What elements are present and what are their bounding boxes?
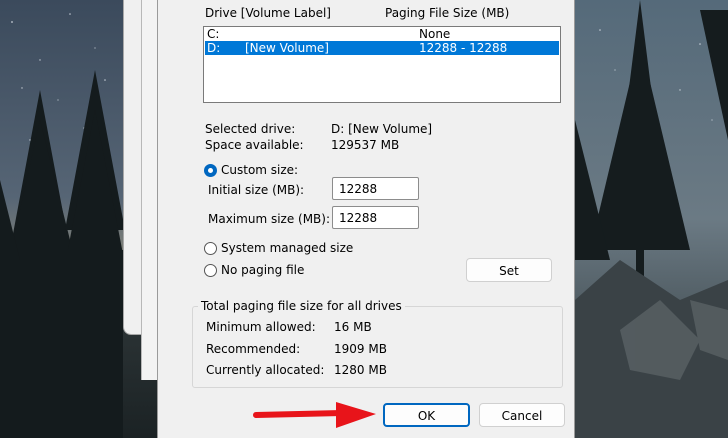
minimum-allowed-value: 16 MB xyxy=(334,320,372,334)
selected-drive-value: D: [New Volume] xyxy=(331,122,433,136)
currently-allocated-label: Currently allocated: xyxy=(206,363,325,377)
custom-size-label[interactable]: Custom size: xyxy=(221,163,298,177)
maximum-size-input[interactable] xyxy=(332,206,419,229)
column-header-paging-size[interactable]: Paging File Size (MB) xyxy=(385,6,509,20)
selected-drive-label: Selected drive: xyxy=(205,122,296,136)
drive-list[interactable]: C: None D: [New Volume] 12288 - 12288 xyxy=(203,26,561,103)
drive-paging-size: None xyxy=(419,27,451,41)
maximum-size-label: Maximum size (MB): xyxy=(208,212,331,226)
ok-button[interactable]: OK xyxy=(383,403,470,427)
space-available-label: Space available: xyxy=(205,138,304,152)
drive-paging-size: 12288 - 12288 xyxy=(419,41,508,55)
initial-size-input[interactable] xyxy=(332,177,419,200)
drive-row-d[interactable]: D: [New Volume] 12288 - 12288 xyxy=(205,41,559,55)
totals-group-title: Total paging file size for all drives xyxy=(198,299,405,313)
system-managed-label[interactable]: System managed size xyxy=(221,241,353,255)
cancel-button[interactable]: Cancel xyxy=(479,403,565,427)
set-button[interactable]: Set xyxy=(466,258,552,282)
drive-label: [New Volume] xyxy=(245,41,329,55)
space-available-value: 129537 MB xyxy=(331,138,400,152)
minimum-allowed-label: Minimum allowed: xyxy=(206,320,316,334)
initial-size-label: Initial size (MB): xyxy=(208,183,305,197)
drive-letter: D: xyxy=(207,41,221,55)
virtual-memory-dialog: Drive [Volume Label] Paging File Size (M… xyxy=(157,0,575,438)
red-arrow-annotation-icon xyxy=(253,402,376,428)
drive-row-c[interactable]: C: None xyxy=(205,27,559,41)
custom-size-radio[interactable] xyxy=(204,164,217,177)
drive-letter: C: xyxy=(207,27,220,41)
recommended-label: Recommended: xyxy=(206,342,301,356)
system-managed-radio[interactable] xyxy=(204,242,217,255)
no-paging-file-radio[interactable] xyxy=(204,264,217,277)
currently-allocated-value: 1280 MB xyxy=(334,363,387,377)
recommended-value: 1909 MB xyxy=(334,342,387,356)
column-header-drive[interactable]: Drive [Volume Label] xyxy=(205,6,331,20)
no-paging-file-label[interactable]: No paging file xyxy=(221,263,304,277)
